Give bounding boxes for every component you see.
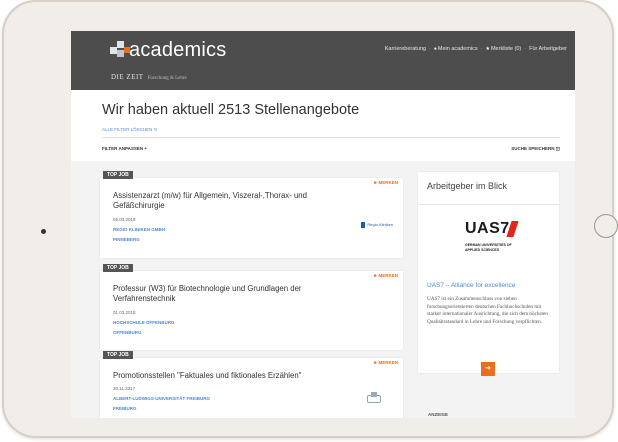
divider bbox=[418, 204, 559, 205]
top-job-badge: TOP JOB bbox=[103, 351, 133, 359]
bookmark-button[interactable]: ★ MERKEN bbox=[373, 360, 398, 366]
employer-logo-text: Regio Kliniken bbox=[367, 222, 393, 228]
uas7-logo-subtitle: GERMAN UNIVERSITIES OF APPLIED SCIENCES bbox=[465, 243, 512, 253]
job-title[interactable]: Professur (W3) für Biotechnologie und Gr… bbox=[113, 284, 348, 304]
screen: academics DIE ZEIT Forschung & Lehre Karr… bbox=[71, 31, 575, 418]
results-area: TOP JOB ★ MERKEN Assistenzarzt (m/w) für… bbox=[71, 161, 575, 418]
nav-karriereberatung[interactable]: Karriereberatung bbox=[385, 46, 426, 52]
job-employer[interactable]: REGIO KLINIKEN GMBH bbox=[113, 227, 165, 232]
university-seal-icon bbox=[363, 392, 385, 406]
job-city[interactable]: FREIBURG bbox=[113, 406, 137, 411]
logo-sub-tagline: Forschung & Lehre bbox=[147, 76, 187, 81]
star-icon: ★ bbox=[373, 360, 378, 365]
camera-icon bbox=[41, 229, 46, 234]
logo-text[interactable]: academics bbox=[129, 39, 226, 62]
star-icon: ★ bbox=[373, 273, 378, 278]
clear-filters-link[interactable]: ALLE FILTER LÖSCHEN ↻ bbox=[102, 127, 157, 133]
bookmark-button[interactable]: ★ MERKEN bbox=[373, 273, 398, 279]
user-icon: ● bbox=[433, 46, 437, 52]
save-search-label: SUCHE SPEICHERN bbox=[511, 146, 555, 151]
employer-spotlight: Arbeitgeber im Blick UAS7 GERMAN UNIVERS… bbox=[418, 172, 559, 376]
logo-subline: DIE ZEIT Forschung & Lehre bbox=[111, 73, 187, 81]
uas-sub-line-1: GERMAN UNIVERSITIES OF bbox=[465, 243, 512, 247]
spotlight-title: Arbeitgeber im Blick bbox=[427, 181, 508, 191]
clear-filters-label: ALLE FILTER LÖSCHEN bbox=[102, 127, 153, 132]
job-employer[interactable]: HOCHSCHULE OFFENBURG bbox=[113, 320, 175, 325]
logo-icon bbox=[110, 41, 130, 61]
site-header: academics DIE ZEIT Forschung & Lehre Karr… bbox=[71, 31, 575, 90]
top-navigation: Karriereberatung · ●Mein academics · ★Merkli… bbox=[384, 46, 567, 52]
spotlight-heading[interactable]: UAS7 – Alliance for excellence bbox=[427, 282, 516, 289]
bookmark-label: MERKEN bbox=[378, 180, 398, 185]
arrow-right-icon[interactable]: ➜ bbox=[481, 362, 495, 376]
bookmark-button[interactable]: ★ MERKEN bbox=[373, 180, 398, 186]
nav-mein-academics[interactable]: Mein academics bbox=[438, 46, 478, 52]
uas7-logo-text: UAS7 bbox=[465, 220, 510, 238]
spotlight-description: UAS7 ist ein Zusammenschluss von sieben … bbox=[427, 296, 548, 325]
star-icon: ★ bbox=[373, 180, 378, 185]
uas7-logo[interactable]: UAS7 GERMAN UNIVERSITIES OF APPLIED SCIEN… bbox=[427, 210, 549, 269]
nav-merkliste[interactable]: Merkliste (0) bbox=[491, 46, 521, 52]
top-job-badge: TOP JOB bbox=[103, 171, 133, 179]
adjust-filters-button[interactable]: FILTER ANPASSEN + bbox=[102, 146, 147, 151]
page-title: Wir haben aktuell 2513 Stellenangebote bbox=[102, 102, 360, 118]
job-card[interactable]: TOP JOB ★ MERKEN Promotionsstellen "Fakt… bbox=[100, 351, 403, 418]
nav-arbeitgeber[interactable]: Für Arbeitgeber bbox=[529, 46, 567, 52]
star-icon: ★ bbox=[485, 46, 490, 52]
employer-logo: Regio Kliniken bbox=[361, 222, 393, 228]
job-date: 05.03.2018 bbox=[113, 217, 136, 222]
uas-sub-line-2: APPLIED SCIENCES bbox=[465, 248, 500, 252]
job-employer[interactable]: ALBERT-LUDWIGS-UNIVERSITÄT FREIBURG bbox=[113, 396, 210, 401]
bookmark-label: MERKEN bbox=[378, 360, 398, 365]
job-card[interactable]: TOP JOB ★ MERKEN Assistenzarzt (m/w) für… bbox=[100, 171, 403, 258]
save-icon: ◫ bbox=[555, 146, 560, 151]
top-job-badge: TOP JOB bbox=[103, 264, 133, 272]
ad-label: ANZEIGE bbox=[428, 412, 449, 417]
tablet-frame: academics DIE ZEIT Forschung & Lehre Karr… bbox=[2, 0, 618, 438]
job-card[interactable]: TOP JOB ★ MERKEN Professur (W3) für Biot… bbox=[100, 264, 403, 350]
job-title[interactable]: Promotionsstellen "Faktuales und fiktion… bbox=[113, 371, 373, 381]
job-city[interactable]: PINNEBERG bbox=[113, 237, 140, 242]
job-title[interactable]: Assistenzarzt (m/w) für Allgemein, Visze… bbox=[113, 191, 348, 211]
uas-logo-letters: UAS bbox=[465, 220, 501, 237]
bookmark-label: MERKEN bbox=[378, 273, 398, 278]
save-search-button[interactable]: SUCHE SPEICHERN ◫ bbox=[511, 146, 560, 152]
refresh-icon: ↻ bbox=[153, 127, 158, 132]
divider bbox=[102, 137, 560, 138]
home-button[interactable] bbox=[594, 214, 618, 238]
job-city[interactable]: OFFENBURG bbox=[113, 330, 142, 335]
job-date: 30.11.2017 bbox=[113, 386, 136, 391]
logo-sub-brand: DIE ZEIT bbox=[111, 73, 144, 81]
job-date: 01.03.2018 bbox=[113, 310, 136, 315]
